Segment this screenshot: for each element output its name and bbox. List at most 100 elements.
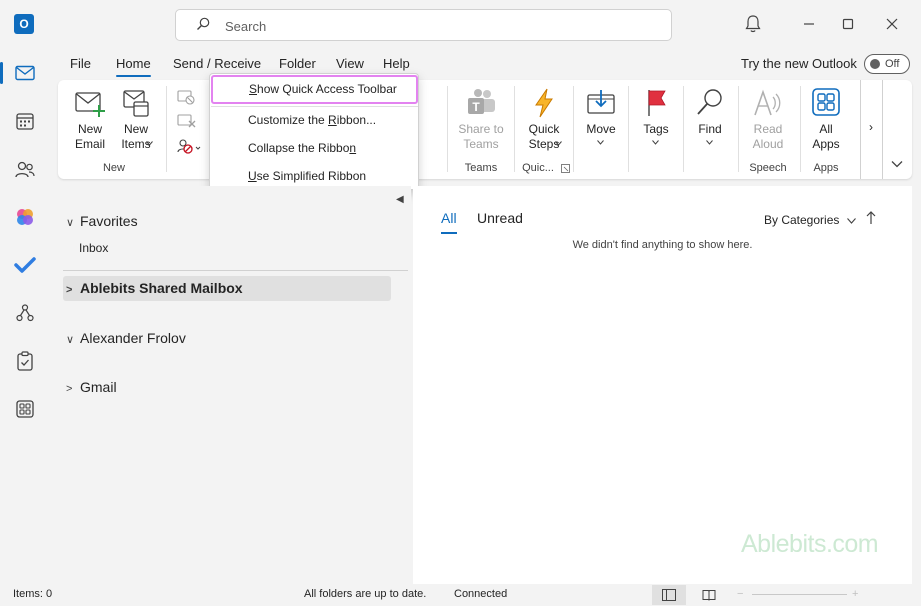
ribbon-options-chevron-icon[interactable] [891,160,903,168]
new-email-label: New Email [74,122,105,151]
sort-direction-arrow-icon[interactable] [866,211,876,225]
app-rail [0,48,48,584]
folder-group-ablebits-shared[interactable]: > Ablebits Shared Mailbox [66,280,243,296]
chevron-down-icon [706,140,713,145]
junk-icon[interactable] [176,137,202,155]
ribbon-separator [573,86,574,172]
collapse-pane-icon[interactable]: ◀ [396,194,404,205]
rail-calendar[interactable] [8,104,42,138]
search-box[interactable]: Search [175,9,672,41]
zoom-out-button[interactable]: − [737,588,743,600]
toggle-state: Off [885,58,900,70]
chevron-down-icon [146,141,153,146]
dialog-launcher-icon[interactable] [561,164,570,173]
chevron-down-icon [597,140,604,145]
rail-mail[interactable] [0,56,42,90]
all-apps-label: All Apps [812,122,840,151]
minimize-icon[interactable] [797,12,821,36]
reading-view-button[interactable] [692,585,726,605]
tab-unread[interactable]: Unread [477,210,523,226]
ribbon-separator [166,86,167,172]
tab-home[interactable]: Home [116,56,151,77]
toggle-knob [870,59,880,69]
zoom-slider-track[interactable] [752,594,847,595]
read-aloud-button[interactable]: Read Aloud [744,88,792,152]
tab-help[interactable]: Help [383,56,410,71]
try-new-outlook-label: Try the new Outlook [741,56,857,71]
try-new-outlook-toggle[interactable]: Off [864,54,910,74]
folder-divider [63,270,408,271]
menu-show-quick-access-toolbar[interactable]: Show Quick Access Toolbar [211,75,418,104]
tab-file[interactable]: File [70,56,91,71]
tab-folder[interactable]: Folder [279,56,316,71]
menu-collapse-ribbon[interactable]: Collapse the Ribbon [210,134,418,162]
rail-people[interactable] [8,153,42,187]
sort-by-dropdown[interactable]: By Categories [764,213,856,227]
chevron-down-icon [555,141,562,146]
tab-view[interactable]: View [336,56,364,71]
flag-icon [648,90,666,116]
lightning-icon [535,88,553,118]
todo-check-icon [14,257,36,273]
tags-button[interactable]: Tags [636,88,676,137]
move-button[interactable]: Move [580,88,622,137]
menu-item-label: Use Simplified Ribbon [248,169,367,183]
find-button[interactable]: Find [690,88,730,137]
normal-view-button[interactable] [652,585,686,605]
ribbon: New Email New Items New T Share to Teams… [58,80,912,179]
ribbon-separator [514,86,515,172]
new-items-label: New Items [121,122,151,151]
rail-tasks[interactable] [8,344,42,378]
close-icon[interactable] [880,12,904,36]
bell-icon[interactable] [741,12,765,36]
ignore-icon [177,90,195,105]
ribbon-context-menu: Show Quick Access Toolbar Customize the … [209,73,419,190]
chevron-down-icon [846,218,856,224]
ribbon-separator [683,86,684,172]
group-new-label: New [102,162,125,174]
group-quick-label: Quic... [522,162,554,174]
menu-item-label: Customize the Ribbon... [248,113,377,127]
folder-group-gmail[interactable]: > Gmail [66,379,117,395]
copilot-icon [17,209,33,225]
new-email-button[interactable]: New Email [70,88,110,152]
ribbon-scroll-right-button[interactable]: › [860,80,883,179]
maximize-icon[interactable] [836,12,860,36]
status-connection: Connected [454,588,508,600]
chevron-down-icon: ∨ [66,334,75,346]
quick-steps-label: Quick Steps [528,122,560,151]
cleanup-icon [177,114,196,128]
tags-label: Tags [643,122,669,136]
folder-inbox[interactable]: Inbox [79,241,108,255]
rail-apps[interactable] [8,392,42,426]
folder-label: Inbox [79,241,109,255]
watermark-brand: Ablebits [741,530,826,558]
folder-group-alexander[interactable]: ∨ Alexander Frolov [66,330,186,346]
message-list: All Unread By Categories We didn't find … [413,186,912,584]
tab-all[interactable]: All [441,210,457,234]
share-to-teams-button[interactable]: T Share to Teams [454,88,508,152]
tab-send-receive[interactable]: Send / Receive [173,56,261,71]
new-email-icon [75,92,105,117]
watermark-suffix: .com [825,530,879,558]
ribbon-separator [447,86,448,172]
empty-state-message: We didn't find anything to show here. [572,239,753,251]
rail-copilot[interactable] [8,200,42,234]
folder-group-label: Favorites [80,213,138,229]
menu-item-label: Show Quick Access Toolbar [249,82,397,96]
zoom-in-button[interactable]: + [852,588,858,600]
org-chart-icon [16,304,34,322]
folder-group-favorites[interactable]: ∨ Favorites [66,213,138,229]
ribbon-separator [738,86,739,172]
share-to-teams-label: Share to Teams [458,122,504,151]
rail-todo[interactable] [8,248,42,282]
new-items-icon [123,90,149,117]
all-apps-button[interactable]: All Apps [806,88,846,152]
teams-icon: T [468,89,495,114]
outlook-logo-icon: O [14,14,34,34]
menu-customize-ribbon[interactable]: Customize the Ribbon... [210,106,418,134]
move-label: Move [586,122,616,136]
menu-item-label: Collapse the Ribbon [248,141,357,155]
chevron-down-icon: ∨ [66,217,75,229]
rail-org[interactable] [8,296,42,330]
